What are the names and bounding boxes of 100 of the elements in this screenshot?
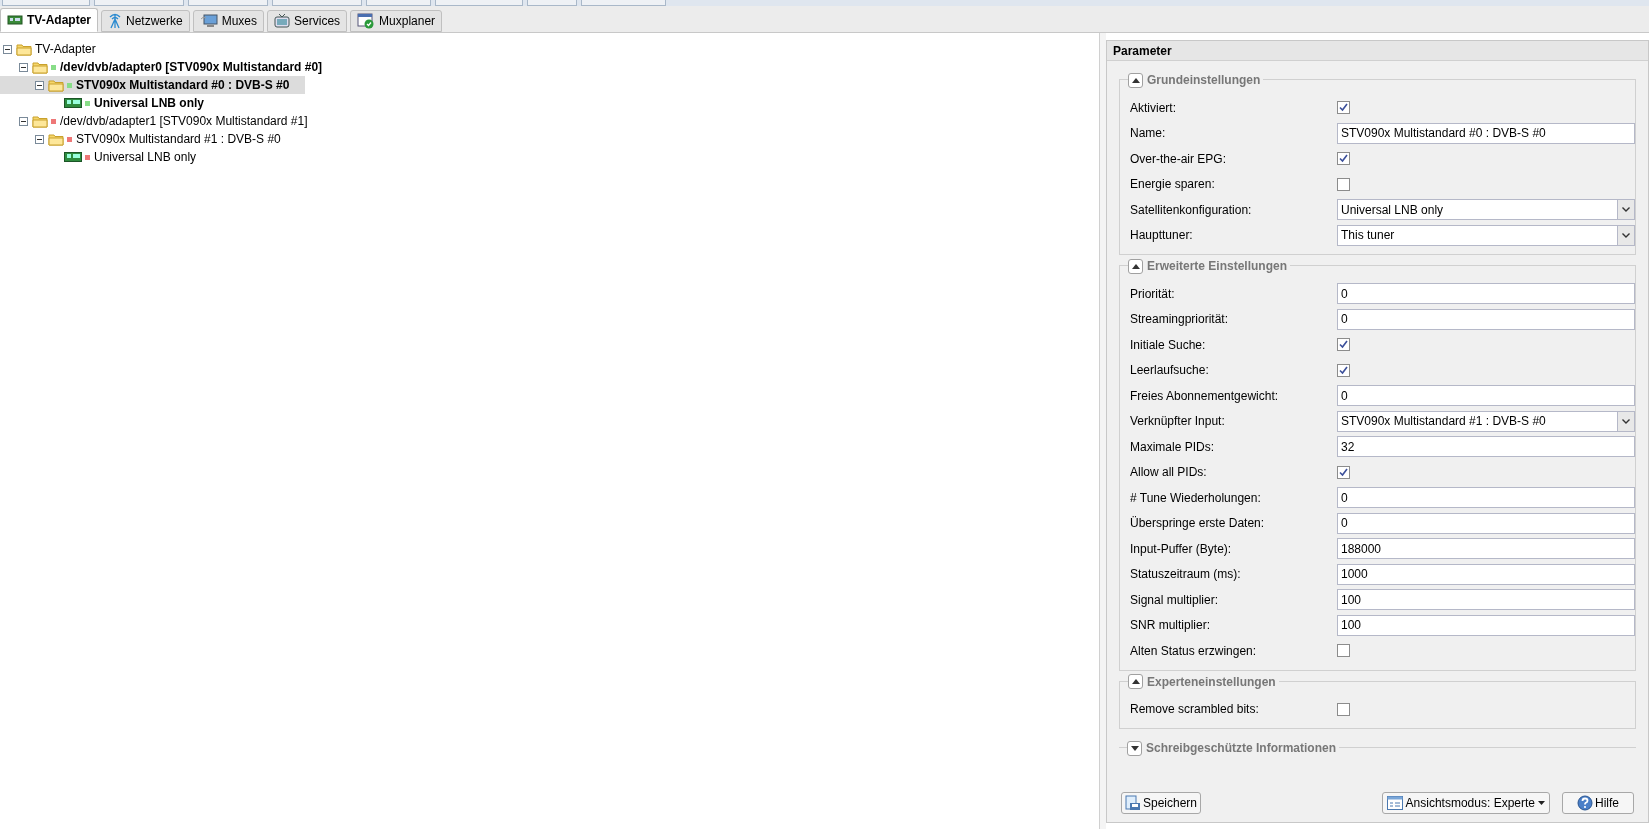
input-field[interactable]: 32 — [1337, 436, 1635, 458]
checkbox[interactable] — [1337, 101, 1350, 115]
tree-row[interactable]: STV090x Multistandard #0 : DVB-S #0 — [0, 76, 305, 94]
antenna-icon — [108, 13, 122, 29]
input-field[interactable]: 0 — [1337, 308, 1635, 330]
field-label: Statuszeitraum (ms): — [1130, 566, 1242, 584]
input-field[interactable]: 100 — [1337, 589, 1635, 611]
field-label: Haupttuner: — [1130, 227, 1194, 245]
collapse-toggle[interactable] — [3, 44, 12, 54]
checkbox[interactable] — [1337, 465, 1350, 479]
tuner-card-icon — [7, 14, 23, 26]
section-title: Grundeinstellungen — [1147, 72, 1261, 89]
checkbox[interactable] — [1337, 338, 1350, 352]
tree-label: /dev/dvb/adapter1 [STV090x Multistandard #1] — [60, 113, 308, 130]
tree-label: TV-Adapter — [35, 41, 96, 58]
tree-label: STV090x Multistandard #0 : DVB-S #0 — [76, 77, 290, 94]
dropdown-field[interactable]: STV090x Multistandard #1 : DVB-S #0 — [1337, 410, 1635, 432]
check-icon — [1339, 365, 1348, 375]
field-label: Input-Puffer (Byte): — [1130, 540, 1233, 558]
dropdown-field[interactable]: Universal LNB only — [1337, 199, 1635, 221]
input-field[interactable]: 0 — [1337, 487, 1635, 509]
section-title: Erweiterte Einstellungen — [1147, 258, 1288, 275]
collapse-toggle[interactable] — [35, 80, 44, 90]
input-field[interactable]: 0 — [1337, 512, 1635, 534]
input-field[interactable]: 1000 — [1337, 563, 1635, 585]
minus-icon — [37, 82, 42, 88]
field-label: Over-the-air EPG: — [1130, 150, 1228, 168]
folder-icon — [32, 60, 48, 74]
field-label: Streamingpriorität: — [1130, 311, 1230, 329]
minus-icon — [5, 46, 10, 52]
section-title: Schreibgeschützte Informationen — [1146, 740, 1337, 757]
list-window-icon — [1386, 796, 1403, 810]
collapse-button[interactable] — [1128, 258, 1143, 274]
floppy-disk-icon — [1125, 795, 1141, 811]
tree-row[interactable]: /dev/dvb/adapter1 [STV090x Multistandard #1] — [0, 112, 312, 130]
tree-label: STV090x Multistandard #1 : DVB-S #0 — [76, 131, 281, 148]
collapse-button[interactable] — [1128, 72, 1143, 88]
input-field[interactable]: 100 — [1337, 614, 1635, 636]
field-label: Initiale Suche: — [1130, 336, 1207, 354]
collapse-toggle[interactable] — [19, 62, 28, 72]
section-title: Experteneinstellungen — [1147, 673, 1276, 691]
input-field[interactable]: 188000 — [1337, 538, 1635, 560]
help-button[interactable]: Hilfe — [1562, 792, 1634, 814]
checkbox[interactable] — [1337, 177, 1350, 191]
input-field[interactable]: 0 — [1337, 283, 1635, 305]
tab[interactable]: TV-Adapter — [0, 8, 98, 32]
check-icon — [1339, 103, 1348, 113]
tab[interactable]: Services — [267, 10, 348, 32]
tree-row[interactable]: Universal LNB only — [0, 94, 305, 112]
collapse-toggle[interactable] — [19, 116, 28, 126]
triangle-up-icon — [1131, 679, 1140, 684]
tree-label: /dev/dvb/adapter0 [STV090x Multistandard #0] — [60, 59, 323, 76]
tree-row[interactable]: STV090x Multistandard #1 : DVB-S #0 — [0, 130, 305, 148]
minus-icon — [21, 64, 26, 70]
tab[interactable]: Netzwerke — [101, 10, 190, 32]
help-icon — [1577, 795, 1593, 811]
tab[interactable]: Muxes — [192, 10, 265, 32]
field-label: Überspringe erste Daten: — [1130, 515, 1266, 533]
collapse-toggle[interactable] — [35, 134, 44, 144]
tv-icon — [274, 14, 291, 28]
field-label: Aktiviert: — [1130, 99, 1177, 117]
input-field[interactable]: STV090x Multistandard #0 : DVB-S #0 — [1337, 122, 1635, 144]
minus-icon — [37, 136, 42, 142]
triangle-down-icon — [1130, 745, 1139, 751]
field-label: Alten Status erzwingen: — [1130, 642, 1258, 660]
checkbox[interactable] — [1337, 702, 1350, 716]
check-icon — [1339, 154, 1348, 164]
tuner-card-icon — [64, 97, 82, 109]
tab[interactable]: Muxplaner — [350, 10, 443, 32]
field-label: Freies Abonnementgewicht: — [1130, 387, 1280, 405]
field-label: Maximale PIDs: — [1130, 438, 1216, 456]
calendar-check-icon — [357, 13, 376, 29]
folder-icon — [16, 42, 32, 56]
monitor-icon — [199, 14, 218, 28]
field-label: Remove scrambled bits: — [1130, 701, 1260, 719]
minus-icon — [21, 118, 26, 124]
field-label: Leerlaufsuche: — [1130, 362, 1210, 380]
tuner-card-icon — [64, 151, 82, 163]
expand-button[interactable] — [1127, 740, 1142, 756]
input-field[interactable]: 0 — [1337, 385, 1635, 407]
folder-icon — [48, 132, 64, 146]
view-mode-button[interactable]: Ansichtsmodus: Experte — [1381, 792, 1550, 814]
save-button[interactable]: Speichern — [1121, 792, 1202, 814]
collapse-button[interactable] — [1128, 674, 1143, 689]
checkbox[interactable] — [1337, 363, 1350, 377]
checkbox[interactable] — [1337, 152, 1350, 166]
dropdown-field[interactable]: This tuner — [1337, 224, 1635, 246]
caret-icon — [1538, 801, 1545, 805]
checkbox[interactable] — [1337, 644, 1350, 658]
field-label: Satellitenkonfiguration: — [1130, 201, 1253, 219]
panel-header: Parameter — [1107, 41, 1648, 61]
check-icon — [1339, 467, 1348, 477]
tree-row[interactable]: /dev/dvb/adapter0 [STV090x Multistandard #0] — [0, 58, 327, 76]
chevron-down-icon — [1622, 418, 1630, 424]
tree-row[interactable]: Universal LNB only — [0, 148, 305, 166]
field-label: # Tune Wiederholungen: — [1130, 489, 1262, 507]
check-icon — [1339, 340, 1348, 350]
tree-row[interactable]: TV-Adapter — [0, 40, 305, 58]
field-label: Allow all PIDs: — [1130, 464, 1208, 482]
field-label: Signal multiplier: — [1130, 591, 1220, 609]
